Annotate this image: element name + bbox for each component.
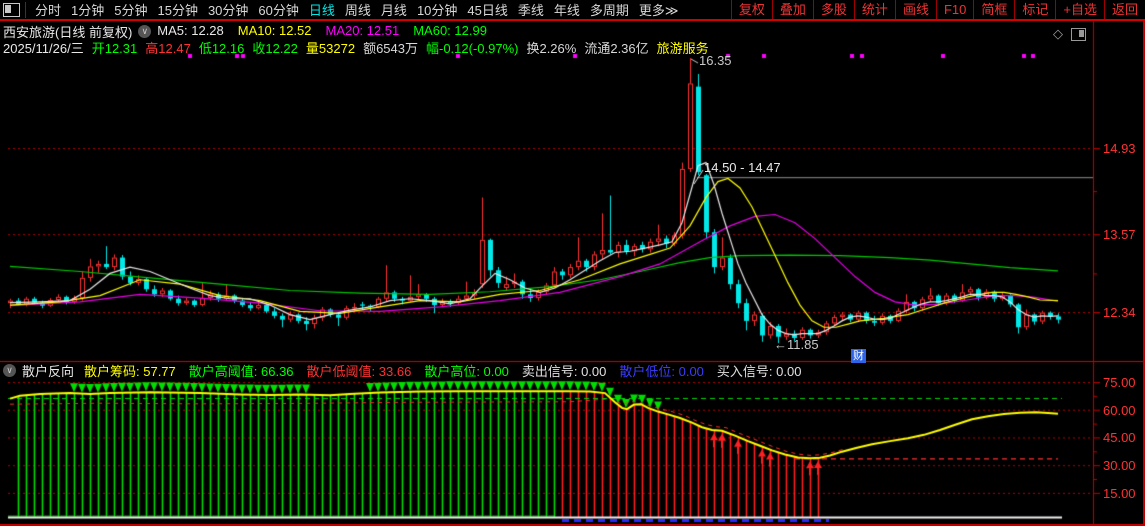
chart-canvas[interactable] xyxy=(0,0,1145,526)
top-menu-bar: 分时 1分钟 5分钟 15分钟 30分钟 60分钟 日线 周线 月线 10分钟 45日线 季线 年线 多周… xyxy=(0,0,1145,21)
main-axis-label-12.34: 12.34 xyxy=(1103,305,1136,321)
tool-button-统计[interactable]: 统计 xyxy=(853,0,895,19)
period-tab-更多≫[interactable]: 更多≫ xyxy=(634,0,684,19)
layout-icon[interactable] xyxy=(3,2,20,17)
tdx-window: 分时 1分钟 5分钟 15分钟 30分钟 60分钟 日线 周线 月线 10分钟 45日线 季线 年线 多周… xyxy=(0,0,1145,526)
period-tab-5分钟[interactable]: 5分钟 xyxy=(109,0,152,19)
period-tab-年线[interactable]: 年线 xyxy=(549,0,585,19)
sub-axis-label-45.00: 45.00 xyxy=(1103,430,1136,446)
tool-button-叠加[interactable]: 叠加 xyxy=(771,0,813,19)
tool-button-返回[interactable]: 返回 xyxy=(1103,0,1145,19)
sub-axis-label-15.00: 15.00 xyxy=(1103,485,1136,501)
quote-field-5: 量53272 xyxy=(305,41,356,56)
ma-value-3: MA60: 12.99 xyxy=(413,23,487,38)
quote-field-2: 高12.47 xyxy=(145,41,191,56)
tool-button-画线[interactable]: 画线 xyxy=(894,0,936,19)
quote-field-9: 流通2.36亿 xyxy=(584,41,649,56)
indicator-field-2: 散户低阈值: 33.66 xyxy=(306,363,412,379)
period-tab-15分钟[interactable]: 15分钟 xyxy=(152,0,202,19)
period-tab-多周期[interactable]: 多周期 xyxy=(585,0,634,19)
quote-field-8: 换2.26% xyxy=(526,41,577,56)
finance-news-badge[interactable]: 财 xyxy=(851,349,866,363)
period-tab-季线[interactable]: 季线 xyxy=(513,0,549,19)
indicator-field-3: 散户高位: 0.00 xyxy=(424,363,509,379)
diamond-icon[interactable]: ◇ xyxy=(1053,26,1063,42)
indicator-field-1: 散户高阈值: 66.36 xyxy=(188,363,294,379)
tool-button-+自选[interactable]: +自选 xyxy=(1055,0,1104,19)
ma-value-2: MA20: 12.51 xyxy=(325,23,400,38)
indicator-field-4: 卖出信号: 0.00 xyxy=(521,363,607,379)
quote-field-7: 幅-0.12(-0.97%) xyxy=(425,41,519,56)
indicator-field-0: 散户筹码: 57.77 xyxy=(84,363,176,379)
sub-axis-label-60.00: 60.00 xyxy=(1103,402,1136,418)
period-tab-日线[interactable]: 日线 xyxy=(304,0,340,19)
indicator-field-5: 散户低位: 0.00 xyxy=(619,363,704,379)
indicator-chevron-icon[interactable]: ∨ xyxy=(3,364,16,377)
tool-button-F10[interactable]: F10 xyxy=(935,0,973,19)
period-tab-周线[interactable]: 周线 xyxy=(340,0,376,19)
split-window-icon[interactable] xyxy=(1071,27,1086,41)
quote-field-10: 旅游服务 xyxy=(656,41,709,56)
ma-value-0: MA5: 12.28 xyxy=(157,23,224,38)
quote-field-3: 低12.16 xyxy=(198,41,245,56)
quote-field-4: 收12.22 xyxy=(252,41,298,56)
low-price-label: ←11.85 xyxy=(774,337,819,352)
period-tab-30分钟[interactable]: 30分钟 xyxy=(203,0,253,19)
period-tab-10分钟[interactable]: 10分钟 xyxy=(412,0,462,19)
tool-button-多股[interactable]: 多股 xyxy=(812,0,854,19)
period-tab-45日线[interactable]: 45日线 xyxy=(462,0,512,19)
collapse-chevron-icon[interactable]: ∨ xyxy=(138,24,152,38)
indicator-fields: 散户筹码: 57.77 散户高阈值: 66.36 散户低阈值: 33.66 散户高位:… xyxy=(84,361,814,381)
ma-value-1: MA10: 12.52 xyxy=(237,23,312,38)
sub-axis-label-30.00: 30.00 xyxy=(1103,458,1136,474)
period-tab-60分钟[interactable]: 60分钟 xyxy=(253,0,303,19)
indicator-header: ∨ 散户反向 散户筹码: 57.77 散户高阈值: 66.36 散户低阈值: 33.… xyxy=(3,361,814,381)
period-tab-分时[interactable]: 分时 xyxy=(30,0,66,19)
stock-info-row: 西安旅游(日线 前复权) ∨ MA5: 12.28 MA10: 12.52 MA20… xyxy=(3,23,501,40)
main-axis-label-14.93: 14.93 xyxy=(1103,141,1136,157)
indicator-name[interactable]: 散户反向 xyxy=(22,361,74,380)
tool-button-标记[interactable]: 标记 xyxy=(1014,0,1055,19)
indicator-field-6: 买入信号: 0.00 xyxy=(716,363,802,379)
quote-field-0: 2025/11/26/三 xyxy=(3,41,84,56)
sub-axis-label-75.00: 75.00 xyxy=(1103,375,1136,390)
period-tabs: 分时 1分钟 5分钟 15分钟 30分钟 60分钟 日线 周线 月线 10分钟 45日线 季线 年线 多周… xyxy=(30,0,684,19)
main-axis-label-13.57: 13.57 xyxy=(1103,227,1136,243)
quote-field-1: 开12.31 xyxy=(91,41,138,56)
toolbar: 复权 叠加 多股 统计 画线 F10 简框 标记 +自选 返回 xyxy=(730,0,1145,19)
tool-button-简框[interactable]: 简框 xyxy=(973,0,1014,19)
period-tab-1分钟[interactable]: 1分钟 xyxy=(66,0,109,19)
chart-corner-icons: ◇ xyxy=(1053,26,1086,42)
gap-window-label: 14.50 - 14.47 xyxy=(704,160,781,175)
tool-button-复权[interactable]: 复权 xyxy=(730,0,772,19)
menu-divider xyxy=(25,1,26,18)
quote-field-6: 额6543万 xyxy=(363,41,418,56)
quote-info-row: 2025/11/26/三 开12.31 高12.47 低12.16 收12.22 量532… xyxy=(3,40,717,56)
period-tab-月线[interactable]: 月线 xyxy=(376,0,412,19)
